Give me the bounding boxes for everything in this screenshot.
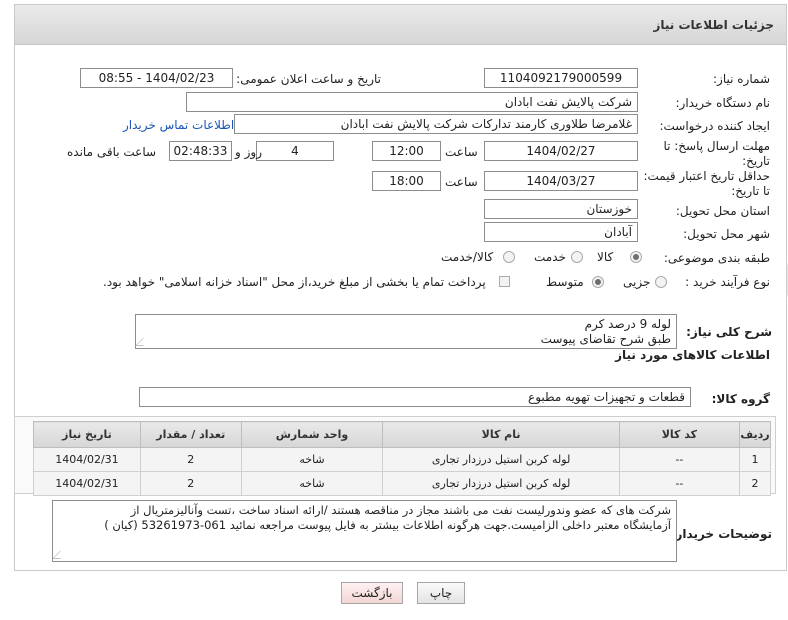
- category-option-goods-service: کالا/خدمت: [441, 250, 494, 264]
- deadline-date-field: 1404/02/27: [484, 141, 638, 161]
- buyer-notes-line-2: آزمایشگاه معتبر داخلی الزامیست.جهت هرگون…: [104, 518, 671, 532]
- col-header-code: کد کالا: [618, 421, 740, 448]
- price-validity-time-field: 18:00: [372, 171, 441, 191]
- buyer-org-label: نام دستگاه خریدار:: [675, 96, 771, 110]
- cell-row-number: 1: [738, 447, 772, 472]
- days-label: روز و: [235, 145, 262, 159]
- announce-label: تاریخ و ساعت اعلان عمومی:: [236, 72, 381, 86]
- remaining-days-field: 4: [256, 141, 334, 161]
- back-button[interactable]: بازگشت: [341, 582, 403, 604]
- cell-code: --: [618, 471, 740, 496]
- goods-section-title: اطلاعات کالاهای مورد نیاز: [615, 348, 770, 362]
- category-option-goods: کالا: [597, 250, 614, 264]
- price-validity-time-label: ساعت: [445, 175, 478, 189]
- cell-date: 1404/02/31: [33, 447, 141, 472]
- category-radio-goods-service[interactable]: [503, 251, 515, 263]
- print-button[interactable]: چاپ: [417, 582, 465, 604]
- deadline-time-field: 12:00: [372, 141, 441, 161]
- city-field: آبادان: [484, 222, 638, 242]
- resize-handle-icon[interactable]: [52, 551, 68, 559]
- category-option-service: خدمت: [534, 250, 566, 264]
- goods-table: ردیف کد کالا نام کالا واحد شمارش تعداد /…: [33, 421, 772, 496]
- summary-label: شرح کلی نیاز:: [686, 325, 772, 339]
- province-field: خوزستان: [484, 199, 638, 219]
- deadline-time-label: ساعت: [445, 145, 478, 159]
- category-radio-goods[interactable]: [630, 251, 642, 263]
- requester-label: ایجاد کننده درخواست:: [659, 119, 770, 133]
- requester-field: غلامرضا طلاوری کارمند تدارکات شرکت پالای…: [234, 114, 638, 134]
- goods-group-label: گروه کالا:: [711, 392, 770, 406]
- cell-name: لوله کربن استیل درزدار تجاری: [382, 447, 620, 472]
- cell-quantity: 2: [139, 447, 242, 472]
- category-label: طبقه بندی موضوعی:: [663, 251, 770, 265]
- buyer-notes-label: توضیحات خریدار:: [670, 527, 772, 541]
- cell-name: لوله کربن استیل درزدار تجاری: [382, 471, 620, 496]
- col-header-quantity: تعداد / مقدار: [139, 421, 242, 448]
- goods-group-field: قطعات و تجهیزات تهویه مطبوع: [139, 387, 691, 407]
- purchase-option-medium: متوسط: [546, 275, 584, 289]
- col-header-unit: واحد شمارش: [240, 421, 384, 448]
- summary-line-1: لوله 9 درصد کرم: [584, 317, 671, 331]
- treasury-checkbox[interactable]: [499, 276, 510, 287]
- remaining-time-field: 02:48:33: [169, 141, 232, 161]
- need-number-label: شماره نیاز:: [713, 72, 770, 86]
- category-radio-service[interactable]: [571, 251, 583, 263]
- purchase-option-minor: جزیی: [623, 275, 651, 289]
- table-row: 1 -- لوله کربن استیل درزدار تجاری شاخه 2…: [33, 447, 772, 472]
- cell-code: --: [618, 447, 740, 472]
- purchase-radio-minor[interactable]: [655, 276, 667, 288]
- summary-line-2: طبق شرح تقاضای پیوست: [540, 332, 671, 346]
- cell-unit: شاخه: [240, 471, 384, 496]
- summary-textarea[interactable]: لوله 9 درصد کرم طبق شرح تقاضای پیوست: [135, 314, 677, 349]
- remaining-label: ساعت باقی مانده: [67, 145, 157, 159]
- buyer-notes-line-1: شرکت های که عضو وندورلیست نفت می باشند م…: [130, 503, 671, 517]
- price-validity-label-date: تا تاریخ:: [731, 184, 770, 198]
- buyer-notes-textarea[interactable]: شرکت های که عضو وندورلیست نفت می باشند م…: [52, 500, 677, 562]
- purchase-type-label: نوع فرآیند خرید :: [685, 275, 770, 289]
- col-header-row-number: ردیف: [738, 421, 772, 448]
- city-label: شهر محل تحویل:: [683, 227, 770, 241]
- price-validity-date-field: 1404/03/27: [484, 171, 638, 191]
- announce-field: 1404/02/23 - 08:55: [80, 68, 233, 88]
- buyer-org-field: شرکت پالایش نفت ابادان: [186, 92, 638, 112]
- table-row: 2 -- لوله کربن استیل درزدار تجاری شاخه 2…: [33, 471, 772, 496]
- table-header-row: ردیف کد کالا نام کالا واحد شمارش تعداد /…: [33, 421, 772, 448]
- cell-date: 1404/02/31: [33, 471, 141, 496]
- deadline-label: مهلت ارسال پاسخ: تا: [663, 139, 770, 153]
- buyer-contact-link[interactable]: اطلاعات تماس خریدار: [123, 118, 234, 132]
- col-header-date: تاریخ نیاز: [33, 421, 141, 448]
- treasury-note: پرداخت تمام یا بخشی از مبلغ خرید،از محل …: [103, 275, 486, 289]
- cell-quantity: 2: [139, 471, 242, 496]
- purchase-radio-medium[interactable]: [592, 276, 604, 288]
- deadline-label-date: تاریخ:: [742, 154, 770, 168]
- col-header-name: نام کالا: [382, 421, 620, 448]
- cell-unit: شاخه: [240, 447, 384, 472]
- province-label: استان محل تحویل:: [675, 204, 770, 218]
- panel-header: جزئیات اطلاعات نیاز: [15, 5, 786, 45]
- price-validity-label: حداقل تاریخ اعتبار قیمت:: [643, 169, 770, 183]
- need-number-field: 1104092179000599: [484, 68, 638, 88]
- cell-row-number: 2: [738, 471, 772, 496]
